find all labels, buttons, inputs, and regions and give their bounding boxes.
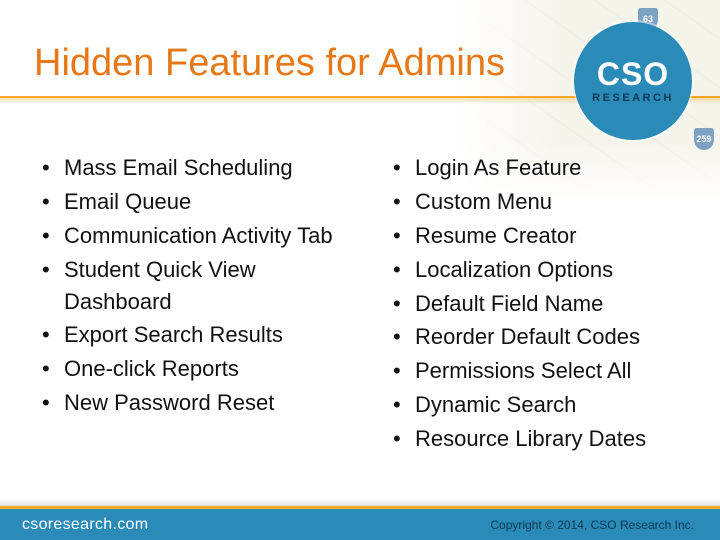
list-item: Resource Library Dates bbox=[391, 423, 700, 455]
slide-title: Hidden Features for Admins bbox=[34, 42, 505, 85]
left-column: Mass Email Scheduling Email Queue Commun… bbox=[40, 152, 349, 457]
list-item: Student Quick View Dashboard bbox=[40, 254, 349, 318]
list-item: Login As Feature bbox=[391, 152, 700, 184]
footer-site: csoresearch.com bbox=[22, 516, 148, 534]
feature-columns: Mass Email Scheduling Email Queue Commun… bbox=[40, 152, 700, 457]
footer-bar: csoresearch.com Copyright © 2014, CSO Re… bbox=[0, 506, 720, 540]
list-item: Default Field Name bbox=[391, 288, 700, 320]
list-item: One-click Reports bbox=[40, 353, 349, 385]
list-item: Localization Options bbox=[391, 254, 700, 286]
list-item: Custom Menu bbox=[391, 186, 700, 218]
list-item: Mass Email Scheduling bbox=[40, 152, 349, 184]
list-item: Export Search Results bbox=[40, 319, 349, 351]
list-item: Permissions Select All bbox=[391, 355, 700, 387]
footer-copyright: Copyright © 2014, CSO Research Inc. bbox=[490, 518, 694, 532]
map-shield-icon: 259 bbox=[694, 128, 714, 150]
list-item: Email Queue bbox=[40, 186, 349, 218]
right-column: Login As Feature Custom Menu Resume Crea… bbox=[391, 152, 700, 457]
list-item: Communication Activity Tab bbox=[40, 220, 349, 252]
list-item: Reorder Default Codes bbox=[391, 321, 700, 353]
logo-main-text: CSO bbox=[597, 58, 669, 90]
logo-sub-text: RESEARCH bbox=[592, 92, 674, 104]
right-feature-list: Login As Feature Custom Menu Resume Crea… bbox=[391, 152, 700, 455]
list-item: Resume Creator bbox=[391, 220, 700, 252]
list-item: Dynamic Search bbox=[391, 389, 700, 421]
left-feature-list: Mass Email Scheduling Email Queue Commun… bbox=[40, 152, 349, 419]
cso-research-logo: CSO RESEARCH bbox=[574, 22, 692, 140]
list-item: New Password Reset bbox=[40, 387, 349, 419]
